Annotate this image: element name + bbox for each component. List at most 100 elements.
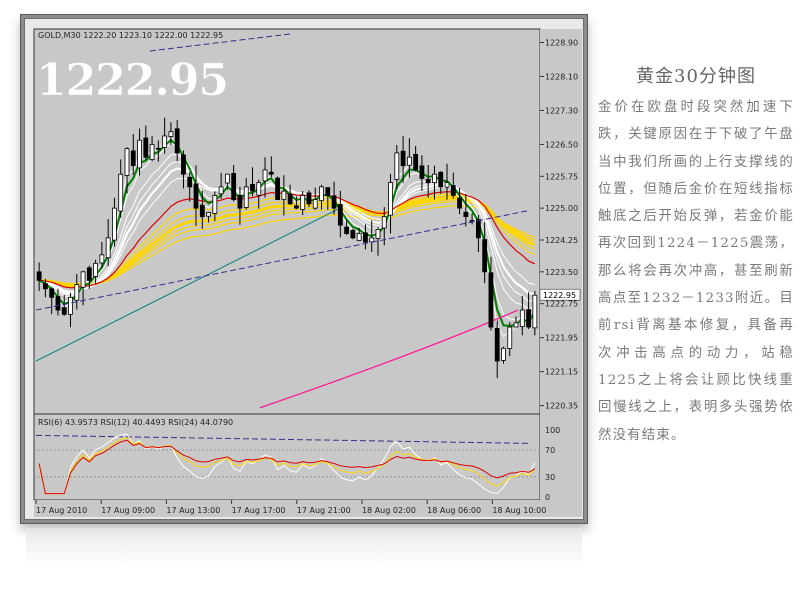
candle-body xyxy=(400,150,406,167)
candle-body xyxy=(237,195,243,209)
x-tick-label: 17 Aug 17:00 xyxy=(232,506,286,515)
rsi-tick-label: 70 xyxy=(545,446,555,455)
candle-body xyxy=(61,307,67,315)
commentary-panel: 黄金30分钟图 金价在欧盘时段突然加速下跌，关键原因在于下破了午盘当中我们所画的… xyxy=(598,62,794,449)
candle-body xyxy=(231,173,237,201)
chart-header: GOLD,M30 1222.20 1223.10 1222.00 1222.95 xyxy=(38,31,223,40)
candle-body xyxy=(130,150,136,167)
candle-body xyxy=(281,190,287,200)
candle-body xyxy=(450,185,456,196)
y-tick-label: 1225.00 xyxy=(545,204,578,213)
candle-body xyxy=(432,173,437,184)
candle-body xyxy=(501,347,506,361)
x-tick-label: 18 Aug 06:00 xyxy=(427,506,481,515)
candle-body xyxy=(519,309,525,327)
candle-body xyxy=(74,284,80,301)
big-price-label: 1222.95 xyxy=(36,55,228,106)
candle-body xyxy=(312,199,318,209)
candle-body xyxy=(224,173,230,184)
candle-body xyxy=(124,148,130,176)
candle-body xyxy=(419,165,425,179)
y-tick-label: 1223.50 xyxy=(545,268,578,277)
candle-body xyxy=(155,147,161,150)
candle-body xyxy=(275,177,280,201)
candle-body xyxy=(337,204,343,226)
candle-body xyxy=(294,205,299,209)
candle-body xyxy=(475,219,481,239)
candle-body xyxy=(36,271,42,281)
candle-body xyxy=(306,192,312,205)
candle-body xyxy=(488,272,494,328)
candle-body xyxy=(356,233,362,241)
candle-body xyxy=(287,193,293,205)
candle-body xyxy=(388,182,393,216)
y-tick-label: 1224.25 xyxy=(545,236,578,245)
candle-body xyxy=(381,216,387,229)
y-tick-label: 1221.15 xyxy=(545,368,578,377)
candle-body xyxy=(143,137,149,158)
rsi-tick-label: 100 xyxy=(545,426,560,435)
y-tick-label: 1226.50 xyxy=(545,140,578,149)
candle-body xyxy=(206,211,211,217)
y-tick-label: 1228.90 xyxy=(545,38,578,47)
candle-body xyxy=(482,239,488,273)
candle-body xyxy=(425,178,431,184)
candle-body xyxy=(118,173,124,212)
x-tick-label: 17 Aug 21:00 xyxy=(297,506,351,515)
candle-body xyxy=(262,169,268,182)
candle-body xyxy=(99,254,105,264)
candle-body xyxy=(168,131,174,137)
candle-body xyxy=(375,228,381,239)
candle-body xyxy=(162,135,168,148)
y-tick-label: 1222.75 xyxy=(545,300,578,309)
candle-body xyxy=(112,207,117,241)
candle-body xyxy=(256,182,262,196)
y-tick-label: 1228.10 xyxy=(545,72,578,81)
candle-body xyxy=(319,186,324,201)
candle-body xyxy=(406,156,412,166)
candle-body xyxy=(187,176,193,188)
candle-body xyxy=(394,152,400,180)
candle-body xyxy=(68,296,73,315)
candle-body xyxy=(494,327,500,362)
commentary-title: 黄金30分钟图 xyxy=(636,66,756,87)
candle-body xyxy=(199,204,205,218)
candle-body xyxy=(80,271,86,288)
candle-body xyxy=(413,153,419,171)
candle-body xyxy=(344,226,350,235)
y-tick-label: 1220.35 xyxy=(545,402,578,411)
candle-body xyxy=(181,154,186,175)
candle-body xyxy=(513,322,519,328)
x-tick-label: 17 Aug 09:00 xyxy=(101,506,155,515)
candle-body xyxy=(438,171,444,188)
candle-body xyxy=(350,229,356,239)
y-tick-label: 1225.75 xyxy=(545,172,578,181)
candle-body xyxy=(444,182,450,188)
y-tick-label: 1221.95 xyxy=(545,334,578,343)
candle-body xyxy=(43,283,48,290)
candle-body xyxy=(507,326,513,349)
rsi-tick-label: 30 xyxy=(545,473,555,482)
rsi-header: RSI(6) 43.9573 RSI(12) 40.4493 RSI(24) 4… xyxy=(38,418,233,427)
candle-body xyxy=(331,195,337,209)
candle-body xyxy=(212,194,218,214)
rsi-tick-label: 0 xyxy=(545,493,550,502)
candle-body xyxy=(49,288,55,298)
candle-body xyxy=(363,232,368,243)
candle-body xyxy=(93,262,99,277)
candle-body xyxy=(325,187,331,196)
x-tick-label: 18 Aug 02:00 xyxy=(362,506,416,515)
candle-body xyxy=(105,237,111,259)
candle-body xyxy=(526,309,531,328)
commentary-body: 金价在欧盘时段突然加速下跌，关键原因在于下破了午盘当中我们所画的上行支撑线的位置… xyxy=(598,100,794,443)
candle-body xyxy=(55,296,61,311)
candle-body xyxy=(457,197,462,209)
candle-body xyxy=(463,211,469,218)
candle-body xyxy=(243,186,249,208)
y-tick-label: 1227.30 xyxy=(545,106,578,115)
candle-body xyxy=(268,171,274,175)
x-tick-label: 17 Aug 13:00 xyxy=(166,506,220,515)
candle-body xyxy=(300,194,306,210)
candle-body xyxy=(137,139,142,169)
candle-body xyxy=(149,144,155,160)
